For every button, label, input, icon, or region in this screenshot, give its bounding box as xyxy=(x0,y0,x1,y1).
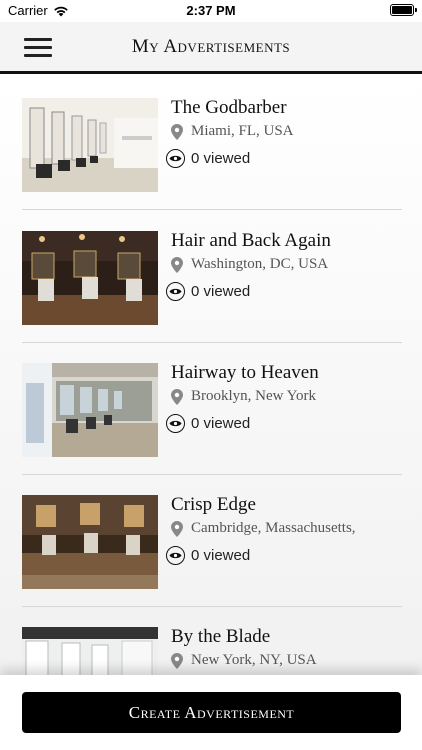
ad-location-row: New York, NY, USA xyxy=(171,652,317,669)
ad-view-count: 0 viewed xyxy=(191,415,251,432)
eye-icon xyxy=(166,414,185,433)
ad-view-count: 0 viewed xyxy=(191,150,251,167)
ad-location: Miami, FL, USA xyxy=(191,123,294,139)
map-pin-icon xyxy=(171,388,183,405)
ad-list-item[interactable]: Crisp Edge Cambridge, Massachusetts, 0 v… xyxy=(22,474,402,607)
ad-view-count: 0 viewed xyxy=(191,547,251,564)
ad-title: Hair and Back Again xyxy=(171,230,331,251)
ad-title: Crisp Edge xyxy=(171,494,256,515)
ad-list-item[interactable]: The Godbarber Miami, FL, USA 0 viewed xyxy=(22,77,402,210)
ad-location: Brooklyn, New York xyxy=(191,388,317,404)
ad-location: New York, NY, USA xyxy=(191,652,317,668)
ad-location-row: Brooklyn, New York xyxy=(171,388,316,405)
ad-thumbnail xyxy=(22,627,158,675)
ad-location-row: Washington, DC, USA xyxy=(171,256,328,273)
ad-location-row: Cambridge, Massachusetts, xyxy=(171,520,356,537)
map-pin-icon xyxy=(171,123,183,140)
eye-icon xyxy=(166,282,185,301)
eye-icon xyxy=(166,546,185,565)
ad-title: By the Blade xyxy=(171,626,271,647)
map-pin-icon xyxy=(171,520,183,537)
ad-thumbnail xyxy=(22,495,158,589)
ad-views-row: 0 viewed xyxy=(166,546,250,565)
battery-icon xyxy=(390,4,417,16)
status-bar: Carrier 2:37 PM xyxy=(0,0,422,22)
ad-title: The Godbarber xyxy=(171,97,287,118)
map-pin-icon xyxy=(171,256,183,273)
ad-list-item[interactable]: Hair and Back Again Washington, DC, USA … xyxy=(22,210,402,343)
ad-thumbnail xyxy=(22,98,158,192)
ad-list-item[interactable]: Hairway to Heaven Brooklyn, New York 0 v… xyxy=(22,342,402,475)
ad-view-count: 0 viewed xyxy=(191,283,251,300)
ad-views-row: 0 viewed xyxy=(166,282,250,301)
create-advertisement-button[interactable]: Create Advertisement xyxy=(22,692,401,733)
map-pin-icon xyxy=(171,652,183,669)
ad-location: Washington, DC, USA xyxy=(191,256,329,272)
ad-views-row: 0 viewed xyxy=(166,149,250,168)
ad-views-row: 0 viewed xyxy=(166,414,250,433)
ad-list-item[interactable]: By the Blade New York, NY, USA xyxy=(22,606,402,675)
footer: Create Advertisement xyxy=(0,675,422,750)
ad-thumbnail xyxy=(22,363,158,457)
nav-bar: My Advertisements xyxy=(0,22,422,74)
ad-thumbnail xyxy=(22,231,158,325)
eye-icon xyxy=(166,149,185,168)
ad-list[interactable]: The Godbarber Miami, FL, USA 0 viewed Ha… xyxy=(0,77,422,675)
ad-location: Cambridge, Massachusetts, xyxy=(191,520,356,536)
ad-title: Hairway to Heaven xyxy=(171,362,319,383)
status-time: 2:37 PM xyxy=(186,3,236,18)
page-title: My Advertisements xyxy=(131,36,291,57)
ad-location-row: Miami, FL, USA xyxy=(171,123,294,140)
